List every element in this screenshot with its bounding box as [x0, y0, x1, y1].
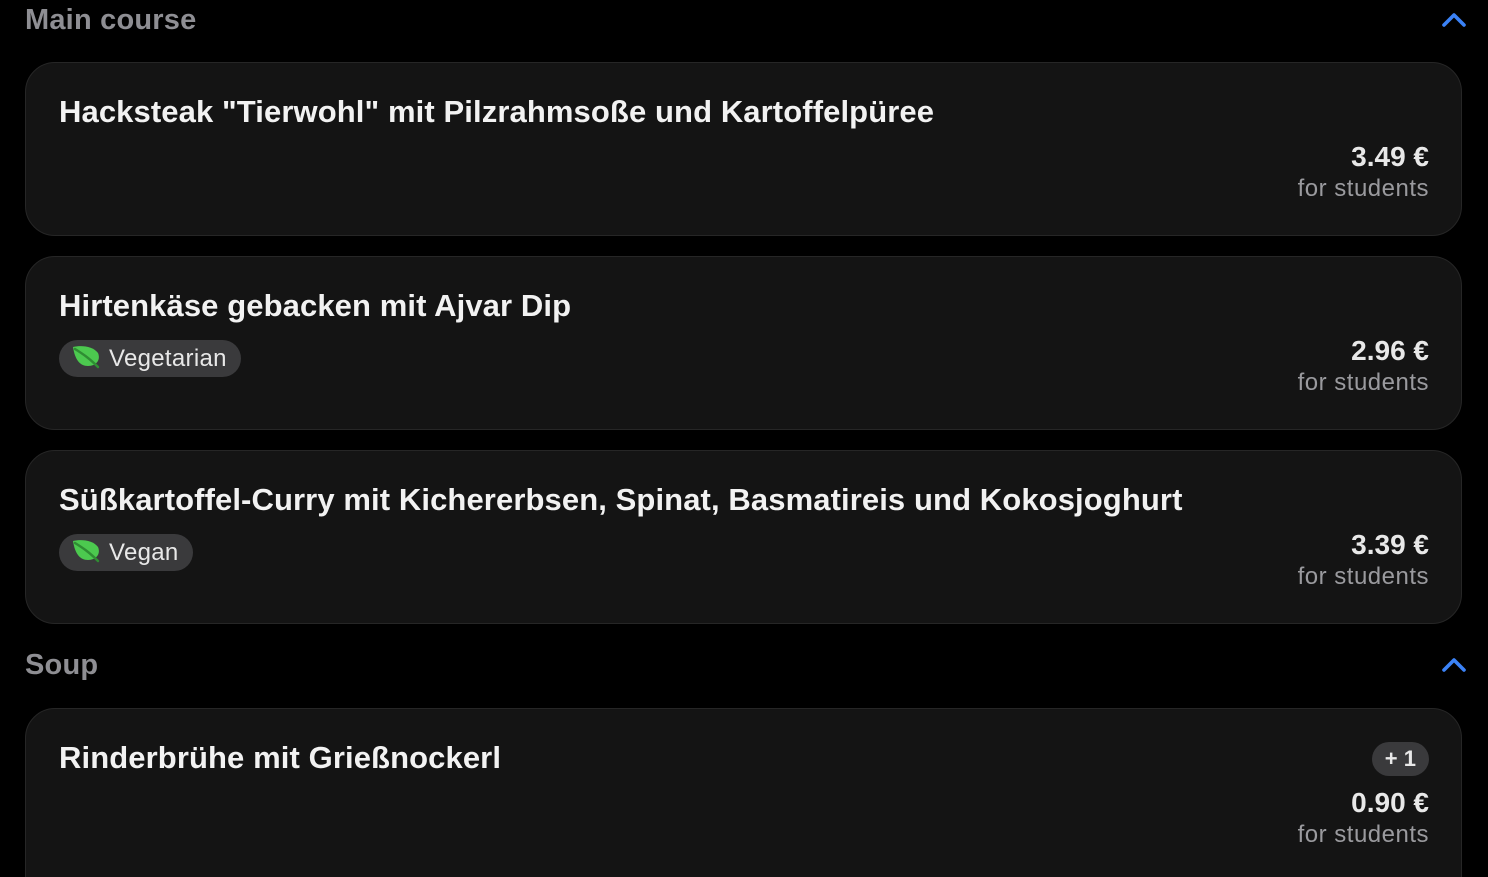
section-title: Soup: [25, 648, 99, 681]
leaf-icon: [71, 343, 101, 374]
chevron-up-icon[interactable]: [1437, 3, 1471, 37]
dish-card[interactable]: Hirtenkäse gebacken mit Ajvar Dip Vegeta…: [25, 256, 1462, 430]
more-count-badge[interactable]: + 1: [1371, 742, 1429, 776]
dish-name: Hacksteak "Tierwohl" mit Pilzrahmsoße un…: [59, 94, 935, 129]
price: 2.96 €: [1351, 335, 1429, 366]
dish-card[interactable]: Hacksteak "Tierwohl" mit Pilzrahmsoße un…: [25, 62, 1462, 236]
diet-tag: Vegetarian: [59, 340, 241, 377]
tag-label: Vegan: [109, 538, 179, 566]
section-title: Main course: [25, 3, 197, 36]
price: 3.49 €: [1351, 141, 1429, 172]
price-block: 3.39 € for students: [1298, 529, 1429, 593]
diet-tag: Vegan: [59, 534, 193, 571]
canteen-menu: Main course Hacksteak "Tierwohl" mit Pil…: [0, 0, 1488, 877]
dish-name: Hirtenkäse gebacken mit Ajvar Dip: [59, 288, 572, 323]
dish-card[interactable]: Rinderbrühe mit Grießnockerl + 1 0.90 € …: [25, 708, 1462, 877]
price-block: 3.49 € for students: [1298, 141, 1429, 205]
price-note: for students: [1297, 175, 1429, 202]
dish-name: Rinderbrühe mit Grießnockerl: [59, 740, 502, 775]
chevron-up-icon[interactable]: [1437, 648, 1471, 682]
price-block: 2.96 € for students: [1298, 335, 1429, 399]
price: 3.39 €: [1351, 529, 1429, 560]
price-note: for students: [1297, 563, 1429, 590]
price-note: for students: [1297, 369, 1429, 396]
section-header-soup[interactable]: Soup: [25, 645, 1466, 685]
price-note: for students: [1297, 821, 1429, 848]
dish-card[interactable]: Süßkartoffel-Curry mit Kichererbsen, Spi…: [25, 450, 1462, 624]
tag-label: Vegetarian: [109, 344, 227, 372]
price-block: 0.90 € for students: [1298, 787, 1429, 851]
leaf-icon: [71, 537, 101, 568]
section-header-main-course[interactable]: Main course: [25, 0, 1466, 40]
dish-name: Süßkartoffel-Curry mit Kichererbsen, Spi…: [59, 482, 1183, 517]
price: 0.90 €: [1351, 787, 1429, 818]
